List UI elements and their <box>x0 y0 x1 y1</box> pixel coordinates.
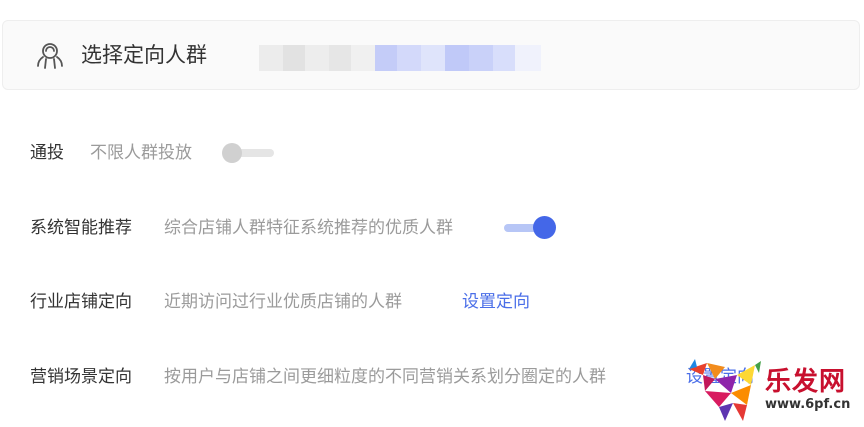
toggle-knob <box>222 143 242 163</box>
section-title: 选择定向人群 <box>81 44 207 67</box>
option-label: 营销场景定向 <box>30 367 132 386</box>
option-label: 通投 <box>30 143 64 162</box>
toggle-knob <box>533 216 556 239</box>
bull-logo-icon <box>689 359 761 421</box>
option-label: 系统智能推荐 <box>30 218 132 237</box>
option-row-marketing-scene: 营销场景定向 按用户与店铺之间更细粒度的不同营销关系划分圈定的人群 设置定向 <box>30 362 770 392</box>
option-label: 行业店铺定向 <box>30 292 132 311</box>
targeting-page: 选择定向人群 通投 不限人群投放 系统智能推荐 综合店铺人群特征系统推荐的优质人 <box>0 0 864 427</box>
option-description: 不限人群投放 <box>90 143 192 162</box>
watermark-url: www.6pf.cn <box>765 397 851 412</box>
option-description: 按用户与店铺之间更细粒度的不同营销关系划分圈定的人群 <box>164 367 606 386</box>
site-watermark: 乐发网 www.6pf.cn <box>685 357 860 423</box>
watermark-text: 乐发网 <box>765 367 847 397</box>
option-description: 综合店铺人群特征系统推荐的优质人群 <box>164 218 453 237</box>
option-description: 近期访问过行业优质店铺的人群 <box>164 292 402 311</box>
option-row-smart-recommend: 系统智能推荐 综合店铺人群特征系统推荐的优质人群 <box>30 213 590 243</box>
option-row-general: 通投 不限人群投放 <box>30 138 330 168</box>
option-row-industry-store: 行业店铺定向 近期访问过行业优质店铺的人群 设置定向 <box>30 287 590 317</box>
targeting-people-icon <box>37 43 63 69</box>
smart-recommend-toggle[interactable] <box>500 216 556 239</box>
general-toggle[interactable] <box>222 143 278 163</box>
section-header: 选择定向人群 <box>2 20 860 90</box>
set-targeting-link[interactable]: 设置定向 <box>462 287 530 317</box>
